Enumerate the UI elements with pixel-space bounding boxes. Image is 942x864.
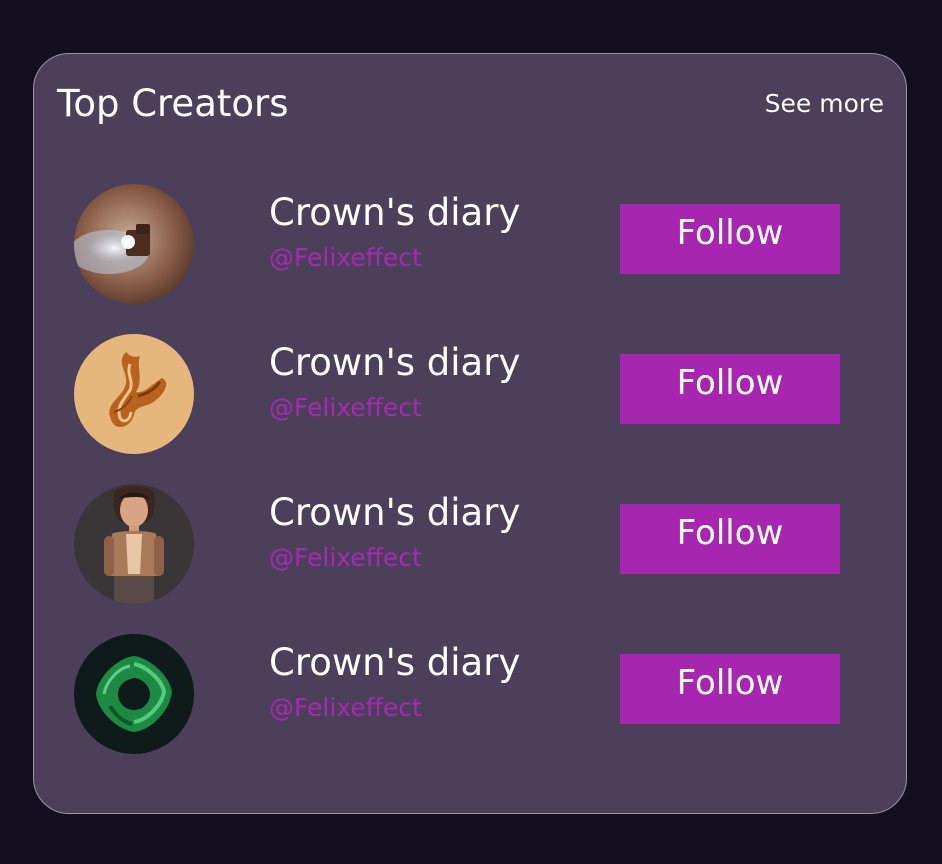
follow-button[interactable]: Follow <box>620 354 840 424</box>
see-more-link[interactable]: See more <box>765 88 884 120</box>
creator-handle[interactable]: @Felixeffect <box>269 242 422 274</box>
creator-avatar[interactable] <box>74 484 194 604</box>
creator-name[interactable]: Crown's diary <box>269 189 520 237</box>
creator-handle[interactable]: @Felixeffect <box>269 692 422 724</box>
creator-row: Crown's diary @Felixeffect Follow <box>34 484 906 604</box>
creator-row: Crown's diary @Felixeffect Follow <box>34 634 906 754</box>
follow-button[interactable]: Follow <box>620 504 840 574</box>
follow-button[interactable]: Follow <box>620 204 840 274</box>
card-title: Top Creators <box>57 82 289 125</box>
creator-row: Crown's diary @Felixeffect Follow <box>34 184 906 304</box>
creator-avatar[interactable] <box>74 184 194 304</box>
creator-avatar[interactable] <box>74 634 194 754</box>
creator-avatar[interactable] <box>74 334 194 454</box>
creator-row: Crown's diary @Felixeffect Follow <box>34 334 906 454</box>
top-creators-card: Top Creators See more Crown's diary @Fel… <box>33 53 907 814</box>
follow-button[interactable]: Follow <box>620 654 840 724</box>
creator-handle[interactable]: @Felixeffect <box>269 542 422 574</box>
creator-name[interactable]: Crown's diary <box>269 339 520 387</box>
creator-name[interactable]: Crown's diary <box>269 639 520 687</box>
creator-name[interactable]: Crown's diary <box>269 489 520 537</box>
creator-handle[interactable]: @Felixeffect <box>269 392 422 424</box>
